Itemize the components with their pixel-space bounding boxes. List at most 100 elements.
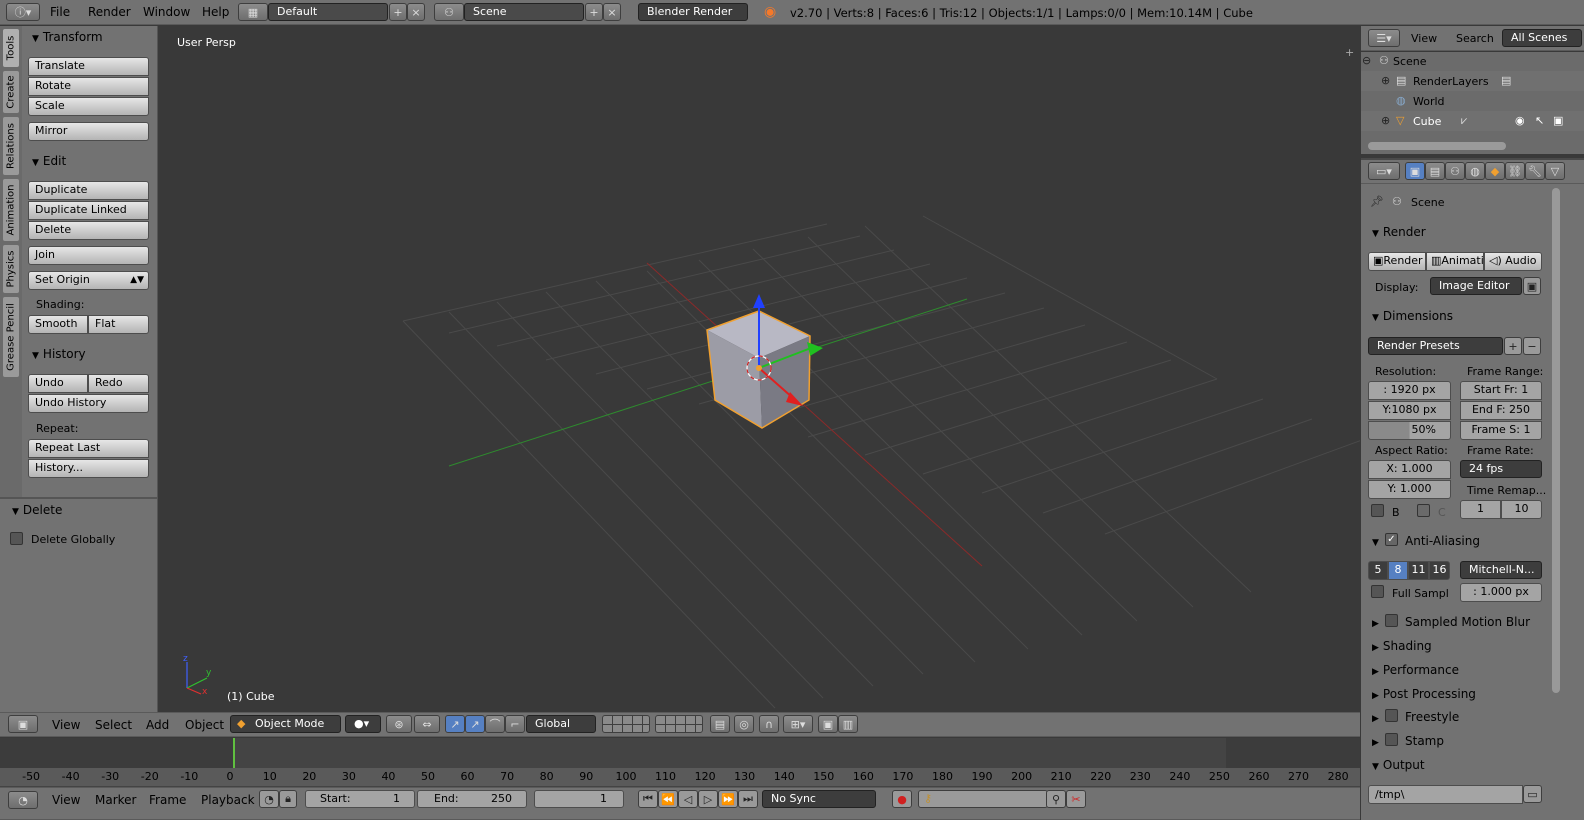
render-panel-header[interactable]: ▼ Render	[1372, 225, 1426, 239]
render-context-tab[interactable]: ▣	[1405, 162, 1425, 180]
output-path-field[interactable]: /tmp\	[1368, 785, 1523, 804]
properties-editor-button[interactable]: ▭▾	[1368, 162, 1400, 180]
outliner-row-scene[interactable]: ⊖ ⚇ Scene	[1361, 52, 1584, 71]
mode-select[interactable]: ◆ Object Mode	[230, 715, 341, 733]
duplicate-linked-button[interactable]: Duplicate Linked	[28, 201, 149, 220]
manipulator-toggle[interactable]: ⇔	[414, 715, 440, 733]
jump-end-button[interactable]: ⏭	[738, 790, 758, 808]
frame-rate-select[interactable]: 24 fps	[1460, 460, 1542, 478]
aa-samples-16[interactable]: 16	[1429, 561, 1450, 580]
aa-filter-size-field[interactable]: : 1.000 px	[1460, 583, 1542, 602]
aa-enable-checkbox[interactable]: ✓	[1385, 533, 1398, 546]
expand-icon[interactable]: ⊕	[1381, 114, 1390, 127]
snap-element-select[interactable]: ⊞▾	[783, 715, 813, 733]
timeline-menu-marker[interactable]: Marker	[95, 793, 136, 807]
opengl-render-button[interactable]: ▣	[818, 715, 838, 733]
scene-select[interactable]: Scene	[464, 3, 584, 21]
layer-lock-button[interactable]: ▤	[710, 715, 730, 733]
scene-add-button[interactable]: +	[585, 3, 603, 21]
layout-icon-button[interactable]: ▦	[238, 3, 268, 21]
translate-button[interactable]: Translate	[28, 57, 149, 76]
expand-icon[interactable]: ⊕	[1381, 74, 1390, 87]
pin-icon[interactable]: 📌︎	[1370, 195, 1384, 208]
outliner-editor-button[interactable]: ☰▾	[1368, 29, 1400, 47]
menu-file[interactable]: File	[50, 5, 70, 19]
redo-button[interactable]: Redo	[88, 374, 149, 393]
shading-select[interactable]: ●▾	[345, 715, 381, 733]
outliner-filter-select[interactable]: All Scenes	[1502, 29, 1582, 47]
display-select[interactable]: Image Editor	[1430, 277, 1522, 295]
properties-scrollbar[interactable]	[1552, 188, 1560, 693]
opengl-anim-button[interactable]: ▥	[838, 715, 858, 733]
freestyle-checkbox[interactable]	[1385, 709, 1398, 722]
render-engine-select[interactable]: Blender Render	[638, 3, 748, 21]
timeline-editor-button[interactable]: ◔	[8, 791, 38, 809]
play-button[interactable]: ▷	[698, 790, 718, 808]
scene-context-tab[interactable]: ⚇	[1445, 162, 1465, 180]
smooth-button[interactable]: Smooth	[28, 315, 88, 334]
world-context-tab[interactable]: ◍	[1465, 162, 1485, 180]
cursor-icon[interactable]: ↖	[1535, 114, 1544, 127]
delete-button[interactable]: Delete	[28, 221, 149, 240]
auto-key-button[interactable]: ●	[892, 790, 912, 808]
scale-button[interactable]: Scale	[28, 97, 149, 116]
aspect-x-field[interactable]: X: 1.000	[1368, 460, 1451, 479]
jump-keyframe-back-button[interactable]: ⏪	[658, 790, 678, 808]
aa-filter-select[interactable]: Mitchell-N...	[1460, 561, 1542, 579]
full-sample-checkbox[interactable]	[1371, 585, 1384, 598]
play-reverse-button[interactable]: ◁	[678, 790, 698, 808]
view3d-menu-select[interactable]: Select	[95, 718, 132, 732]
stamp-panel-header[interactable]: ▶	[1372, 734, 1383, 748]
layout-remove-button[interactable]: ×	[407, 3, 425, 21]
manip-translate[interactable]: ↗	[445, 715, 465, 733]
time-remap-new-field[interactable]: 10	[1501, 500, 1542, 519]
timeline-menu-playback[interactable]: Playback	[201, 793, 255, 807]
end-frame-field[interactable]: End: 250	[417, 790, 527, 808]
snap-toggle[interactable]: ∩	[759, 715, 779, 733]
timeline-menu-view[interactable]: View	[52, 793, 80, 807]
repeat-last-button[interactable]: Repeat Last	[28, 439, 149, 458]
scene-icon-button[interactable]: ⚇	[434, 3, 464, 21]
history-button[interactable]: History...	[28, 459, 149, 478]
motion-blur-panel-header[interactable]: ▶	[1372, 615, 1383, 629]
menu-render[interactable]: Render	[88, 5, 131, 19]
scene-remove-button[interactable]: ×	[603, 3, 621, 21]
timeline-playhead[interactable]	[233, 738, 235, 768]
render-image-button[interactable]: ▣Render	[1368, 252, 1426, 271]
timeline-menu-frame[interactable]: Frame	[149, 793, 186, 807]
stamp-checkbox[interactable]	[1385, 733, 1398, 746]
tab-animation[interactable]: Animation	[2, 178, 20, 242]
resolution-x-field[interactable]: : 1920 px	[1368, 381, 1451, 400]
layout-add-button[interactable]: +	[389, 3, 407, 21]
constraints-context-tab[interactable]: ⛓	[1505, 162, 1525, 180]
render-animation-button[interactable]: ▥Animati	[1426, 252, 1484, 271]
insert-keyframe-button[interactable]: ⚲	[1046, 790, 1066, 808]
dimensions-panel-header[interactable]: ▼ Dimensions	[1372, 309, 1453, 323]
pivot-select[interactable]: ⊛	[386, 715, 412, 733]
set-origin-select[interactable]: Set Origin ▲▼	[28, 271, 149, 290]
jump-start-button[interactable]: ⏮	[638, 790, 658, 808]
output-browse-button[interactable]: ▭	[1523, 785, 1542, 803]
outliner-menu-view[interactable]: View	[1411, 32, 1437, 45]
motion-blur-checkbox[interactable]	[1385, 614, 1398, 627]
transform-panel-header[interactable]: ▼ Transform	[32, 30, 103, 44]
manip-rotate[interactable]: ↗	[465, 715, 485, 733]
view3d-menu-add[interactable]: Add	[146, 718, 169, 732]
manip-scale[interactable]: ⌒	[485, 715, 505, 733]
frame-end-field[interactable]: End F: 250	[1460, 401, 1542, 420]
delete-globally-checkbox[interactable]	[10, 532, 23, 545]
outliner-menu-search[interactable]: Search	[1456, 32, 1494, 45]
edit-panel-header[interactable]: ▼ Edit	[32, 154, 66, 168]
render-camera-icon[interactable]: ▣	[1553, 114, 1563, 127]
resolution-y-field[interactable]: Y:1080 px	[1368, 401, 1451, 420]
layer-buttons-a[interactable]	[602, 715, 650, 733]
lock-interface-toggle[interactable]: ▣	[1523, 277, 1541, 295]
view3d-menu-object[interactable]: Object	[185, 718, 224, 732]
render-presets-select[interactable]: Render Presets	[1368, 337, 1503, 355]
aa-samples-11[interactable]: 11	[1408, 561, 1429, 580]
layer-buttons-b[interactable]	[655, 715, 703, 733]
tab-physics[interactable]: Physics	[2, 244, 20, 294]
tab-relations[interactable]: Relations	[2, 116, 20, 176]
time-remap-old-field[interactable]: 1	[1460, 500, 1501, 519]
history-panel-header[interactable]: ▼ History	[32, 347, 86, 361]
